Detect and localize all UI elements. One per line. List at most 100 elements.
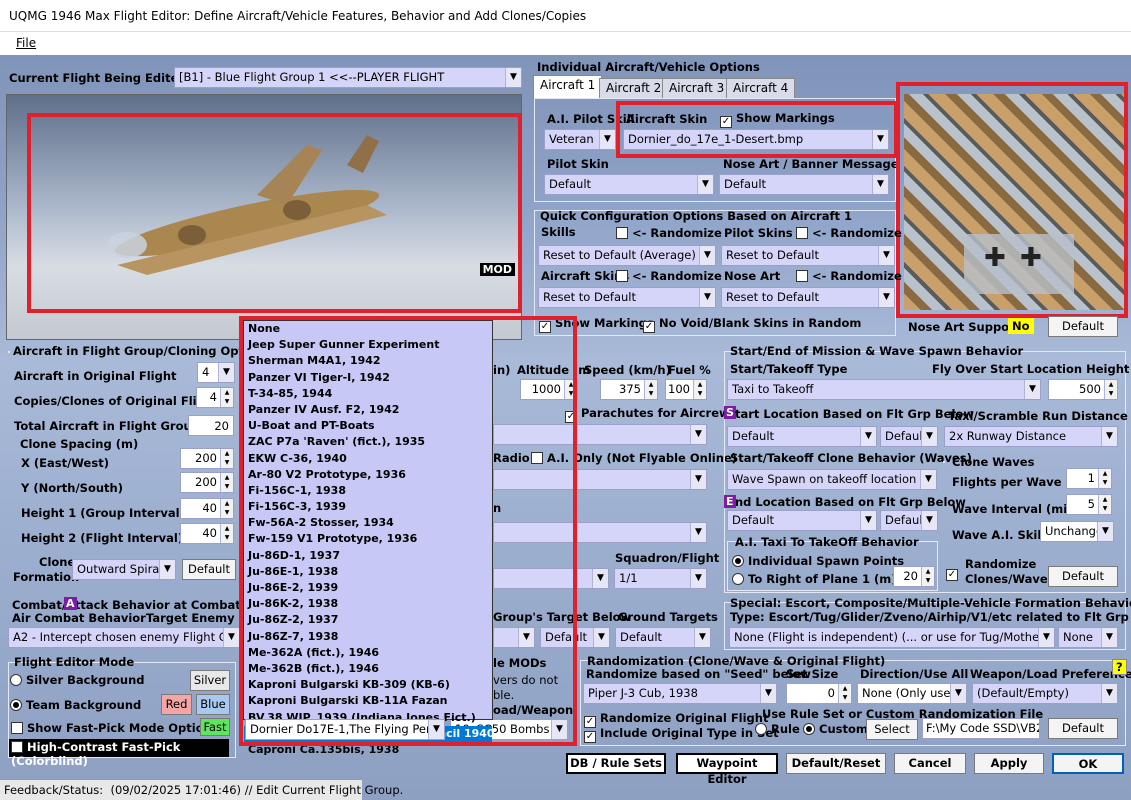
dropdown-option[interactable]: Ju-86E-1, 1938 [244,564,492,580]
fast-pick-checkbox[interactable]: Show Fast-Pick Mode Options [11,721,219,735]
high-contrast-checkbox[interactable]: High-Contrast Fast-Pick (Colorblind) [9,739,229,768]
dropdown-option[interactable]: Jeep Super Gunner Experiment [244,337,492,353]
dropdown-option[interactable]: Caproni Ca.135bis, 1938 [244,742,492,758]
rule-radio[interactable]: Rule [755,722,800,736]
help-icon[interactable]: ? [1112,659,1127,675]
quick-aircraft-skins-select[interactable]: Reset to Default ▼ [538,287,716,308]
in-orig-select[interactable]: 4 ▼ [197,362,235,383]
file-path-field[interactable]: F:\My Code SSD\VB2 [922,718,1040,739]
altitude-stepper[interactable]: 1000 ▲ ▼ [520,379,578,400]
end-loc-select[interactable]: Default ▼ [727,510,877,531]
spin-arrows-icon[interactable]: ▲ ▼ [838,684,851,703]
spin-arrows-icon[interactable]: ▲ ▼ [220,499,233,518]
special-select[interactable]: None (Flight is independent) (... or use… [729,627,1055,648]
dropdown-option[interactable]: U-Boat and PT-Boats [244,418,492,434]
x-stepper[interactable]: 200 ▲ ▼ [180,448,234,469]
dropdown-option[interactable]: Kaproni Bulgarski KB-11A Fazan [244,693,492,709]
dropdown-option[interactable]: Panzer VI Tiger-I, 1942 [244,370,492,386]
spin-arrows-icon[interactable]: ▲ ▼ [1098,469,1111,488]
right-of-stepper[interactable]: 20 ▲ ▼ [893,566,935,587]
spin-arrows-icon[interactable]: ▲ ▼ [220,449,233,468]
nose-art-select[interactable]: Default ▼ [719,174,889,195]
nose-support-default-button[interactable]: Default [1048,316,1118,337]
cancel-button[interactable]: Cancel [894,753,966,774]
ground-targets-select[interactable]: Default ▼ [615,627,711,648]
quick-skills-select[interactable]: Reset to Default (Average) ▼ [538,245,716,266]
spin-arrows-icon[interactable]: ▲ ▼ [693,380,706,399]
middle-select-4[interactable]: ▼ [493,568,609,589]
randomize-aircraft-skins-checkbox[interactable]: <- Randomize [616,269,722,283]
dropdown-option[interactable]: Fi-156C-3, 1939 [244,499,492,515]
dropdown-option[interactable]: Ju-86K-2, 1938 [244,596,492,612]
tab-aircraft-1[interactable]: Aircraft 1 [533,75,603,99]
silver-button[interactable]: Silver [190,670,230,691]
squadron-select[interactable]: 1/1 ▼ [614,568,707,589]
ai-only-checkbox[interactable]: A.I. Only (Not Flyable Online) [531,451,737,465]
randomize-pilot-skins-checkbox[interactable]: <- Randomize [796,226,902,240]
red-button[interactable]: Red [161,694,192,715]
dropdown-option[interactable]: Ju-86E-2, 1939 [244,580,492,596]
randomize-skills-checkbox[interactable]: <- Randomize [616,226,722,240]
spin-arrows-icon[interactable]: ▲ ▼ [1098,495,1111,514]
randomize-nose-art-checkbox[interactable]: <- Randomize [796,269,902,283]
air-combat-select[interactable]: A2 - Intercept chosen enemy Flight G ▼ [8,627,240,648]
db-rule-sets-button[interactable]: DB / Rule Sets [566,753,666,774]
spin-arrows-icon[interactable]: ▲ ▼ [921,567,934,586]
right-of-radio[interactable]: To Right of Plane 1 (m) -> [732,572,915,586]
h2-stepper[interactable]: 40 ▲ ▼ [180,523,234,544]
dropdown-option[interactable]: Ar-80 V2 Prototype, 1936 [244,467,492,483]
copies-stepper[interactable]: 4 ▲ ▼ [196,387,234,408]
end-loc-secondary-select[interactable]: Defaul ▼ [880,510,938,531]
blue-button[interactable]: Blue [196,694,230,715]
parachutes-checkbox[interactable]: ✓ Parachutes for Aircrew [565,406,730,423]
fast-button[interactable]: Fast [200,718,230,736]
speed-stepper[interactable]: 375 ▲ ▼ [600,379,658,400]
dropdown-option[interactable]: ZAC P7a 'Raven' (fict.), 1935 [244,434,492,450]
middle-select-3[interactable]: ▼ [493,522,707,543]
clone-behavior-select[interactable]: Wave Spawn on takeoff location (F ▼ [727,469,937,490]
formation-default-button[interactable]: Default [182,559,236,580]
group-target-default-select[interactable]: Default ▼ [540,627,610,648]
dropdown-option[interactable]: Fw-56A-2 Stosser, 1934 [244,515,492,531]
dropdown-option[interactable]: Ju-86Z-2, 1937 [244,612,492,628]
dropdown-option[interactable]: Fw-159 V1 Prototype, 1936 [244,531,492,547]
randomize-default-button[interactable]: Default [1048,566,1118,587]
dropdown-option[interactable]: Sherman M4A1, 1942 [244,353,492,369]
start-loc-select[interactable]: Default ▼ [727,426,877,447]
default-reset-button[interactable]: Default/Reset [786,753,886,774]
tab-aircraft-3[interactable]: Aircraft 3 [662,78,732,98]
h1-stepper[interactable]: 40 ▲ ▼ [180,498,234,519]
dropdown-option[interactable]: Me-362A (fict.), 1946 [244,645,492,661]
waypoint-editor-button[interactable]: Waypoint Editor [676,753,778,786]
middle-select-2[interactable]: ▼ [493,469,707,490]
fpw-stepper[interactable]: 1 ▲ ▼ [1066,468,1112,489]
spin-arrows-icon[interactable]: ▲ ▼ [644,380,657,399]
dropdown-option[interactable]: Me-362B (fict.), 1946 [244,661,492,677]
aircraft-type-select[interactable]: Dornier Do17E-1,The Flying Penc ▼ [245,719,445,740]
tab-aircraft-4[interactable]: Aircraft 4 [726,78,796,98]
spin-arrows-icon[interactable]: ▲ ▼ [564,380,577,399]
quick-show-markings-checkbox[interactable]: ✓ Show Markings [539,316,654,333]
y-stepper[interactable]: 200 ▲ ▼ [180,472,234,493]
menu-file[interactable]: File [16,36,36,50]
set-size-stepper[interactable]: 0 ▲ ▼ [786,683,852,704]
direction-select[interactable]: None (Only use ▼ [857,683,967,704]
quick-nose-art-select[interactable]: Reset to Default ▼ [721,287,895,308]
group-target-select[interactable]: ▼ [493,627,535,648]
start-loc-secondary-select[interactable]: Defaul ▼ [880,426,938,447]
seed-select[interactable]: Piper J-3 Cub, 1938 ▼ [583,683,777,704]
dropdown-option[interactable]: Ju-86D-1, 1937 [244,548,492,564]
quick-pilot-skins-select[interactable]: Reset to Default ▼ [721,245,895,266]
current-flight-select[interactable]: [B1] - Blue Flight Group 1 <<--PLAYER FL… [174,67,522,88]
special-secondary-select[interactable]: None ▼ [1058,627,1118,648]
fuel-stepper[interactable]: 100 ▲ ▼ [665,379,707,400]
start-type-select[interactable]: Taxi to Takeoff ▼ [727,379,1041,400]
dropdown-option[interactable]: Fi-156C-1, 1938 [244,483,492,499]
ok-button[interactable]: OK [1052,753,1124,774]
ai-skill-select[interactable]: Veteran ▼ [544,129,616,150]
flyover-stepper[interactable]: 500 ▲ ▼ [1048,379,1118,400]
dropdown-option[interactable]: Kaproni Bulgarski KB-309 (KB-6) [244,677,492,693]
silver-bg-radio[interactable]: Silver Background [10,673,145,687]
spin-arrows-icon[interactable]: ▲ ▼ [220,473,233,492]
custom-radio[interactable]: Custom [803,722,868,736]
